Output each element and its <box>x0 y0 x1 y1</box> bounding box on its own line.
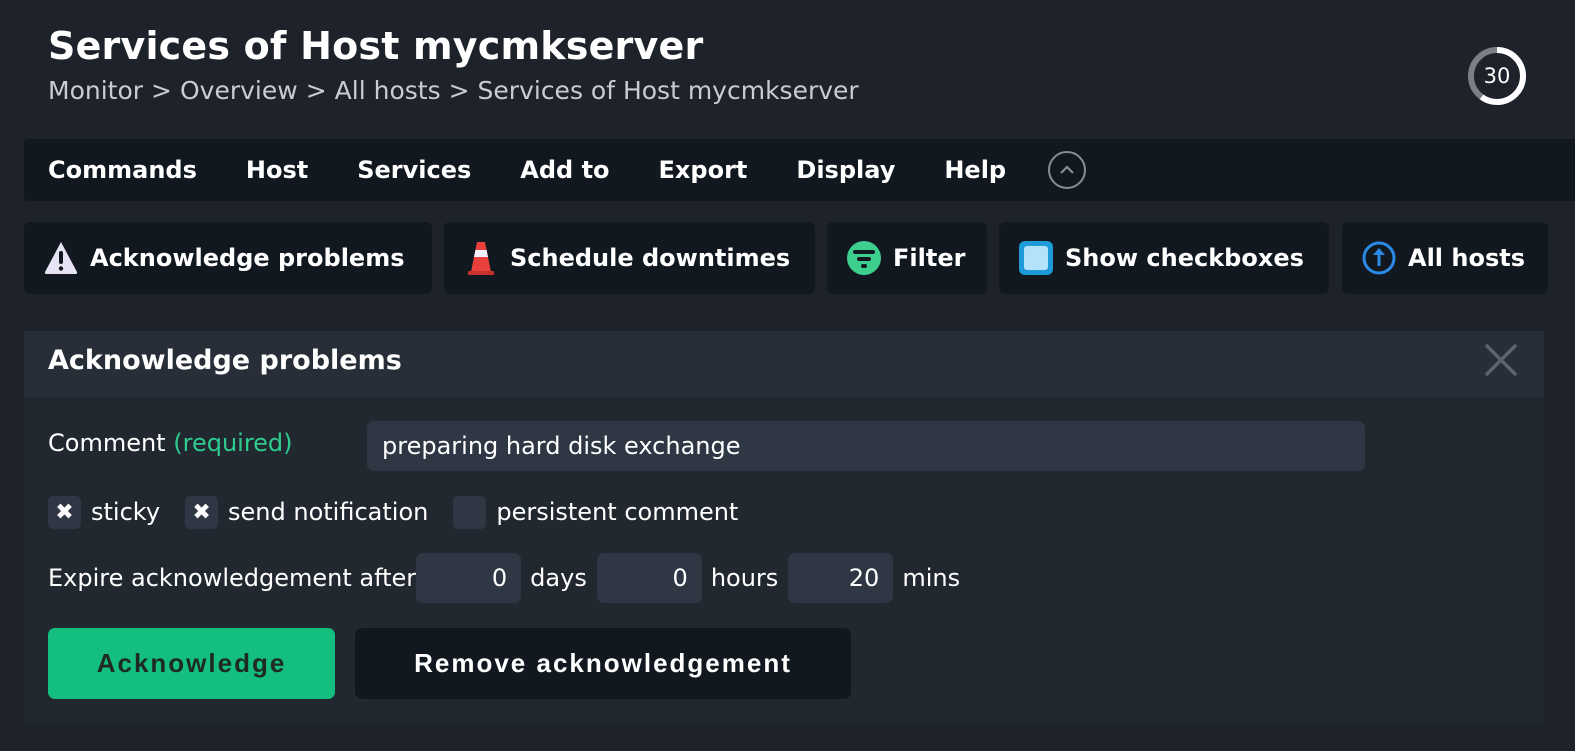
breadcrumb-current: Services of Host mycmkserver <box>477 76 859 105</box>
required-indicator: (required) <box>173 429 293 457</box>
schedule-downtimes-shortcut[interactable]: Schedule downtimes <box>444 222 815 294</box>
hours-unit: hours <box>710 564 779 592</box>
warning-icon <box>42 239 80 277</box>
shortcut-label: Filter <box>893 244 966 272</box>
breadcrumb-separator: > <box>305 76 327 105</box>
menu-add-to[interactable]: Add to <box>520 156 609 184</box>
acknowledge-panel: Acknowledge problems Comment (required) … <box>24 331 1544 723</box>
all-hosts-shortcut[interactable]: All hosts <box>1342 222 1548 294</box>
page-reload-timer[interactable]: 30 <box>1466 45 1528 107</box>
checkbox-icon <box>1017 239 1055 277</box>
remove-acknowledgement-button[interactable]: Remove acknowledgement <box>355 628 851 699</box>
expire-mins-input[interactable] <box>788 553 894 603</box>
menu-commands[interactable]: Commands <box>48 156 197 184</box>
persistent-comment-checkbox[interactable] <box>453 495 487 529</box>
days-unit: days <box>530 564 587 592</box>
send-notification-checkbox[interactable]: ✖ <box>185 495 219 529</box>
comment-row: Comment (required) <box>48 421 1365 471</box>
close-icon <box>1485 344 1517 376</box>
expire-label: Expire acknowledgement after <box>48 564 417 592</box>
panel-header: Acknowledge problems <box>24 331 1544 397</box>
acknowledge-button[interactable]: Acknowledge <box>48 628 335 699</box>
shortcut-label: All hosts <box>1408 244 1525 272</box>
breadcrumb-separator: > <box>151 76 172 105</box>
panel-title: Acknowledge problems <box>48 345 402 376</box>
sticky-label: sticky <box>91 498 161 526</box>
menu-bar: Commands Host Services Add to Export Dis… <box>24 139 1575 201</box>
breadcrumb-monitor[interactable]: Monitor <box>48 76 143 105</box>
reload-countdown: 30 <box>1483 64 1511 88</box>
menu-help[interactable]: Help <box>944 156 1006 184</box>
traffic-cone-icon <box>462 239 500 277</box>
sticky-checkbox[interactable]: ✖ <box>48 495 81 529</box>
filter-icon <box>845 239 883 277</box>
filter-shortcut[interactable]: Filter <box>827 222 987 294</box>
expire-hours-input[interactable] <box>596 553 702 603</box>
menu-services[interactable]: Services <box>357 156 471 184</box>
comment-label-text: Comment <box>48 429 166 457</box>
expire-row: Expire acknowledgement after days hours … <box>48 553 970 603</box>
breadcrumb-all-hosts[interactable]: All hosts <box>335 76 441 105</box>
shortcut-label: Show checkboxes <box>1065 244 1304 272</box>
checkmark-icon: ✖ <box>192 499 211 525</box>
comment-label: Comment (required) <box>48 429 293 457</box>
collapse-menu-button[interactable] <box>1048 151 1087 189</box>
menu-export[interactable]: Export <box>659 156 748 184</box>
options-row: ✖ sticky ✖ send notification persistent … <box>48 495 763 529</box>
menu-display[interactable]: Display <box>796 156 895 184</box>
send-notification-label: send notification <box>228 498 429 526</box>
expire-days-input[interactable] <box>416 553 522 603</box>
breadcrumb-overview[interactable]: Overview <box>180 76 298 105</box>
chevron-up-icon <box>1060 165 1074 174</box>
mins-unit: mins <box>902 564 961 592</box>
menu-host[interactable]: Host <box>246 156 308 184</box>
arrow-up-circle-icon <box>1360 239 1398 277</box>
persistent-comment-label: persistent comment <box>496 498 739 526</box>
breadcrumb: Monitor > Overview > All hosts > Services of H… <box>48 76 859 105</box>
comment-input[interactable] <box>367 421 1365 471</box>
breadcrumb-separator: > <box>448 76 470 105</box>
show-checkboxes-shortcut[interactable]: Show checkboxes <box>999 222 1329 294</box>
acknowledge-problems-shortcut[interactable]: Acknowledge problems <box>24 222 432 294</box>
close-panel-button[interactable] <box>1484 343 1518 377</box>
shortcut-label: Acknowledge problems <box>90 244 405 272</box>
page-title: Services of Host mycmkserver <box>48 24 704 68</box>
shortcut-label: Schedule downtimes <box>510 244 791 272</box>
checkmark-icon: ✖ <box>55 499 74 525</box>
